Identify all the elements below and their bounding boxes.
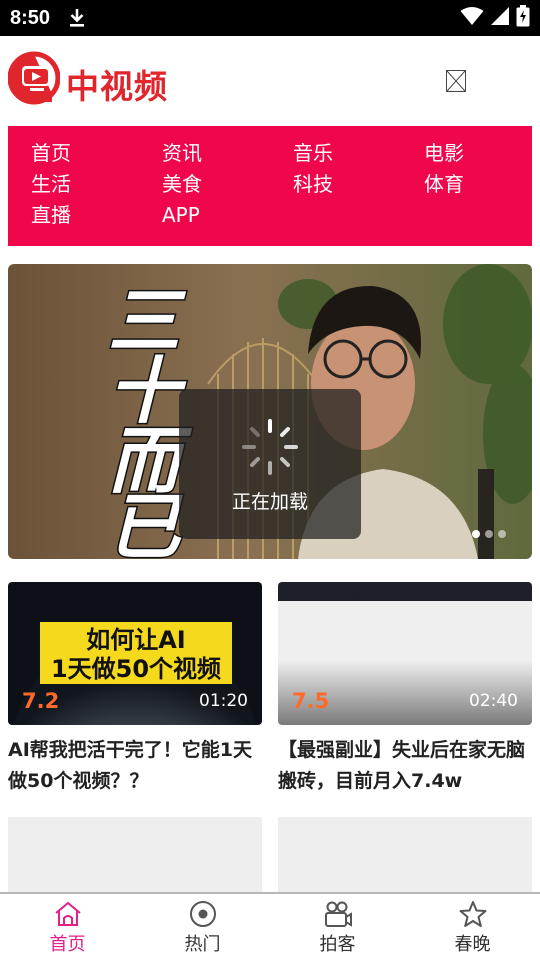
tab-label: 拍客 <box>319 934 356 955</box>
poster-char-4: 已 <box>108 485 183 559</box>
signal-icon <box>490 6 510 30</box>
category-link-movie[interactable]: 电影 <box>424 140 540 171</box>
video-card-placeholder[interactable] <box>8 817 262 893</box>
category-link-food[interactable]: 美食 <box>162 171 293 202</box>
carousel-indicator <box>472 530 506 538</box>
video-duration: 02:40 <box>469 691 518 711</box>
category-link-music[interactable]: 音乐 <box>293 140 424 171</box>
video-card[interactable]: 如何让AI 1天做50个视频 7.2 01:20 AI帮我把活干完了！它能1天做… <box>8 582 262 797</box>
download-icon <box>68 8 86 28</box>
app-header: 中视频 <box>0 36 540 126</box>
carousel-dot[interactable] <box>498 530 506 538</box>
tab-label: 热门 <box>184 934 221 955</box>
video-card-placeholder[interactable] <box>278 817 532 893</box>
menu-toggle-icon[interactable] <box>446 70 466 92</box>
status-bar: 8:50 <box>0 0 540 36</box>
video-thumbnail[interactable]: 如何让AI 1天做50个视频 7.2 01:20 <box>8 582 262 725</box>
bottom-tab-bar: 首页 热门 拍客 春晚 <box>0 892 540 960</box>
category-link-tech[interactable]: 科技 <box>293 171 424 202</box>
video-title[interactable]: 【最强副业】失业后在家无脑搬砖，目前月入7.4w <box>278 735 532 797</box>
thumb-caption-line2: 1天做50个视频 <box>51 655 221 683</box>
category-link-news[interactable]: 资讯 <box>162 140 293 171</box>
home-icon <box>54 901 81 926</box>
loading-overlay: 正在加载 <box>179 389 361 539</box>
tab-label: 首页 <box>49 934 86 955</box>
carousel-dot[interactable] <box>485 530 493 538</box>
category-link-home[interactable]: 首页 <box>31 140 162 171</box>
tab-spring-gala[interactable]: 春晚 <box>405 894 540 960</box>
category-link-life[interactable]: 生活 <box>31 171 162 202</box>
tab-paike[interactable]: 拍客 <box>270 894 405 960</box>
star-icon <box>459 901 486 927</box>
video-thumbnail[interactable]: 拒绝所有社交 7.5 02:40 <box>278 582 532 725</box>
thumb-caption-line1: 如何让AI <box>86 626 186 654</box>
status-time: 8:50 <box>10 6 51 29</box>
wifi-icon <box>460 6 484 30</box>
video-title[interactable]: AI帮我把活干完了！它能1天做50个视频？？ <box>8 735 262 797</box>
loading-spinner-icon <box>242 419 298 475</box>
category-nav: 首页 资讯 音乐 电影 生活 美食 科技 体育 直播 APP <box>8 126 532 246</box>
video-score: 7.2 <box>22 689 60 713</box>
category-link-app[interactable]: APP <box>162 202 293 233</box>
carousel-dot[interactable] <box>472 530 480 538</box>
category-link-sports[interactable]: 体育 <box>424 171 540 202</box>
app-logo-text: 中视频 <box>66 67 168 106</box>
video-duration: 01:20 <box>199 691 248 711</box>
video-score: 7.5 <box>292 689 330 713</box>
battery-icon <box>516 5 530 31</box>
loading-text: 正在加载 <box>231 491 308 513</box>
target-icon <box>189 901 216 927</box>
category-link-live[interactable]: 直播 <box>31 202 162 233</box>
tab-home[interactable]: 首页 <box>0 894 135 960</box>
video-camera-icon <box>324 901 352 927</box>
video-card[interactable]: 拒绝所有社交 7.5 02:40 【最强副业】失业后在家无脑搬砖，目前月入7.4… <box>278 582 532 797</box>
logo-icon <box>7 50 61 106</box>
tab-label: 春晚 <box>454 934 491 955</box>
tab-hot[interactable]: 热门 <box>135 894 270 960</box>
